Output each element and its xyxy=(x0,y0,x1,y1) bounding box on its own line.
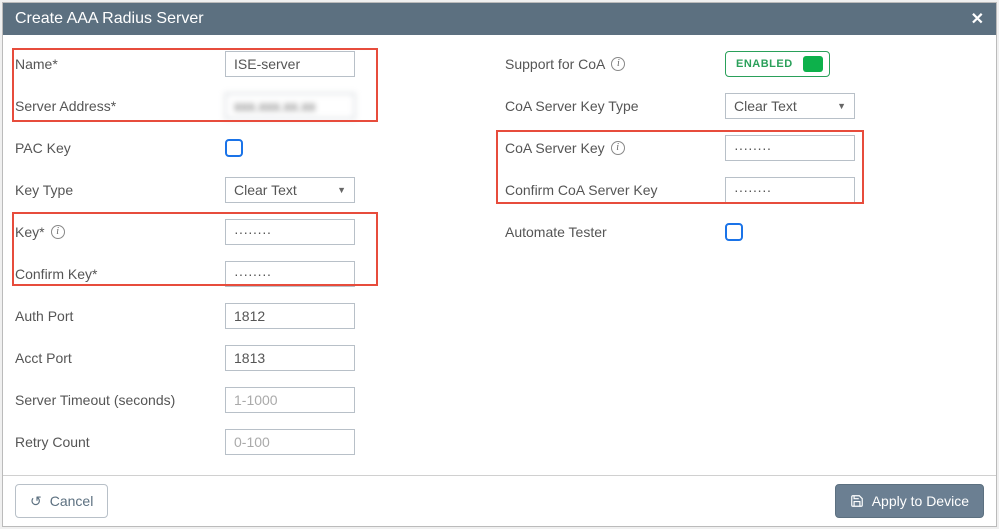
toggle-on-icon xyxy=(803,56,823,72)
key-label: Key* i xyxy=(15,224,225,240)
coa-support-label: Support for CoA i xyxy=(505,56,725,72)
retry-count-label: Retry Count xyxy=(15,434,225,450)
cancel-button[interactable]: ↺ Cancel xyxy=(15,484,108,518)
cancel-label: Cancel xyxy=(50,493,94,509)
coa-key-input[interactable] xyxy=(725,135,855,161)
row-server-address: Server Address* xyxy=(15,93,385,119)
acct-port-label: Acct Port xyxy=(15,350,225,366)
apply-label: Apply to Device xyxy=(872,493,969,509)
row-retry-count: Retry Count xyxy=(15,429,385,455)
confirm-key-label: Confirm Key* xyxy=(15,266,225,282)
modal-dialog: Create AAA Radius Server ✕ Name* Server … xyxy=(2,2,997,527)
right-column: Support for CoA i ENABLED CoA Server Key… xyxy=(505,51,905,467)
confirm-coa-key-input[interactable] xyxy=(725,177,855,203)
pac-key-label: PAC Key xyxy=(15,140,225,156)
acct-port-input[interactable] xyxy=(225,345,355,371)
coa-key-type-value: Clear Text xyxy=(734,98,797,114)
key-input[interactable] xyxy=(225,219,355,245)
name-label: Name* xyxy=(15,56,225,72)
auth-port-label: Auth Port xyxy=(15,308,225,324)
undo-icon: ↺ xyxy=(30,493,42,510)
row-name: Name* xyxy=(15,51,385,77)
row-confirm-key: Confirm Key* xyxy=(15,261,385,287)
retry-count-input[interactable] xyxy=(225,429,355,455)
server-address-label: Server Address* xyxy=(15,98,225,114)
chevron-down-icon: ▼ xyxy=(337,185,346,195)
server-address-input[interactable] xyxy=(225,93,355,119)
dialog-footer: ↺ Cancel Apply to Device xyxy=(3,475,996,526)
row-automate-tester: Automate Tester xyxy=(505,219,905,245)
dialog-content: Name* Server Address* PAC Key Key Type C… xyxy=(3,35,996,475)
row-pac-key: PAC Key xyxy=(15,135,385,161)
info-icon[interactable]: i xyxy=(51,225,65,239)
key-type-select[interactable]: Clear Text ▼ xyxy=(225,177,355,203)
row-coa-support: Support for CoA i ENABLED xyxy=(505,51,905,77)
confirm-coa-key-label: Confirm CoA Server Key xyxy=(505,182,725,198)
chevron-down-icon: ▼ xyxy=(837,101,846,111)
dialog-title: Create AAA Radius Server xyxy=(15,10,204,28)
close-icon[interactable]: ✕ xyxy=(971,9,984,29)
coa-key-type-select[interactable]: Clear Text ▼ xyxy=(725,93,855,119)
pac-key-checkbox[interactable] xyxy=(225,139,243,157)
enabled-text: ENABLED xyxy=(736,58,793,70)
key-type-label: Key Type xyxy=(15,182,225,198)
server-timeout-label: Server Timeout (seconds) xyxy=(15,392,225,408)
confirm-key-input[interactable] xyxy=(225,261,355,287)
coa-support-toggle[interactable]: ENABLED xyxy=(725,51,830,77)
row-key-type: Key Type Clear Text ▼ xyxy=(15,177,385,203)
row-confirm-coa-key: Confirm CoA Server Key xyxy=(505,177,905,203)
row-acct-port: Acct Port xyxy=(15,345,385,371)
row-key: Key* i xyxy=(15,219,385,245)
automate-tester-checkbox[interactable] xyxy=(725,223,743,241)
row-server-timeout: Server Timeout (seconds) xyxy=(15,387,385,413)
coa-key-label: CoA Server Key i xyxy=(505,140,725,156)
left-column: Name* Server Address* PAC Key Key Type C… xyxy=(15,51,385,467)
name-input[interactable] xyxy=(225,51,355,77)
key-type-value: Clear Text xyxy=(234,182,297,198)
info-icon[interactable]: i xyxy=(611,57,625,71)
row-coa-key-type: CoA Server Key Type Clear Text ▼ xyxy=(505,93,905,119)
info-icon[interactable]: i xyxy=(611,141,625,155)
auth-port-input[interactable] xyxy=(225,303,355,329)
automate-tester-label: Automate Tester xyxy=(505,224,725,240)
titlebar: Create AAA Radius Server ✕ xyxy=(3,3,996,35)
save-icon xyxy=(850,494,864,508)
coa-key-type-label: CoA Server Key Type xyxy=(505,98,725,114)
server-timeout-input[interactable] xyxy=(225,387,355,413)
row-auth-port: Auth Port xyxy=(15,303,385,329)
row-coa-key: CoA Server Key i xyxy=(505,135,905,161)
apply-button[interactable]: Apply to Device xyxy=(835,484,984,518)
